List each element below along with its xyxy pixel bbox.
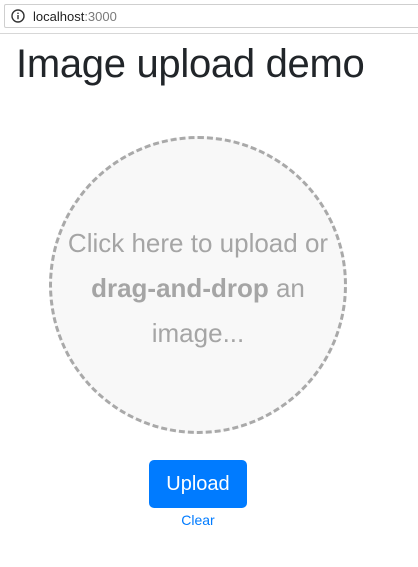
url-port: :3000 [84,8,117,24]
url-field[interactable]: localhost:3000 [4,4,418,28]
info-circle-icon[interactable] [11,9,25,23]
browser-address-bar: localhost:3000 [0,0,418,34]
image-dropzone[interactable]: Click here to upload or drag-and-drop an… [49,136,347,434]
dropzone-text: Click here to upload or drag-and-drop an… [53,221,343,356]
dropzone-text-bold: drag-and-drop [91,272,269,303]
upload-button[interactable]: Upload [149,460,247,508]
dropzone-text-before: Click here to upload or [67,227,329,258]
page-title: Image upload demo [16,42,365,86]
clear-link[interactable]: Clear [149,512,247,528]
url-host: localhost [33,8,85,24]
